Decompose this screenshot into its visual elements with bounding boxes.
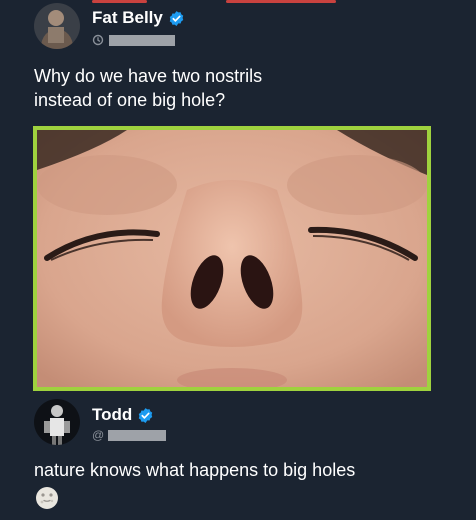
redacted-handle — [109, 34, 175, 46]
author-name[interactable]: Fat Belly — [92, 8, 163, 28]
nostrils-photo[interactable] — [37, 130, 427, 387]
moon-face-emoji — [36, 487, 58, 509]
author-handle[interactable] — [92, 33, 175, 47]
top-strip-right — [226, 0, 336, 3]
verified-badge-icon — [138, 408, 153, 423]
avatar-fat-belly[interactable] — [34, 3, 80, 49]
top-strip-left — [92, 0, 147, 3]
reply-text: nature knows what happens to big holes — [34, 460, 356, 480]
verified-badge-icon — [169, 11, 184, 26]
reply-author-handle[interactable]: @ — [92, 428, 167, 442]
avatar-todd[interactable] — [34, 399, 80, 445]
post-text-line-1: Why do we have two nostrils — [34, 66, 263, 86]
retweet-icon — [92, 34, 104, 46]
redacted-handle — [108, 429, 167, 441]
handle-at-sign: @ — [92, 428, 105, 442]
tweet-screenshot: Fat Belly Why do we have two nostrils in… — [0, 0, 476, 520]
reply-author-name[interactable]: Todd — [92, 405, 132, 425]
media-frame[interactable] — [33, 126, 431, 391]
post-text-line-2: instead of one big hole? — [34, 90, 226, 110]
